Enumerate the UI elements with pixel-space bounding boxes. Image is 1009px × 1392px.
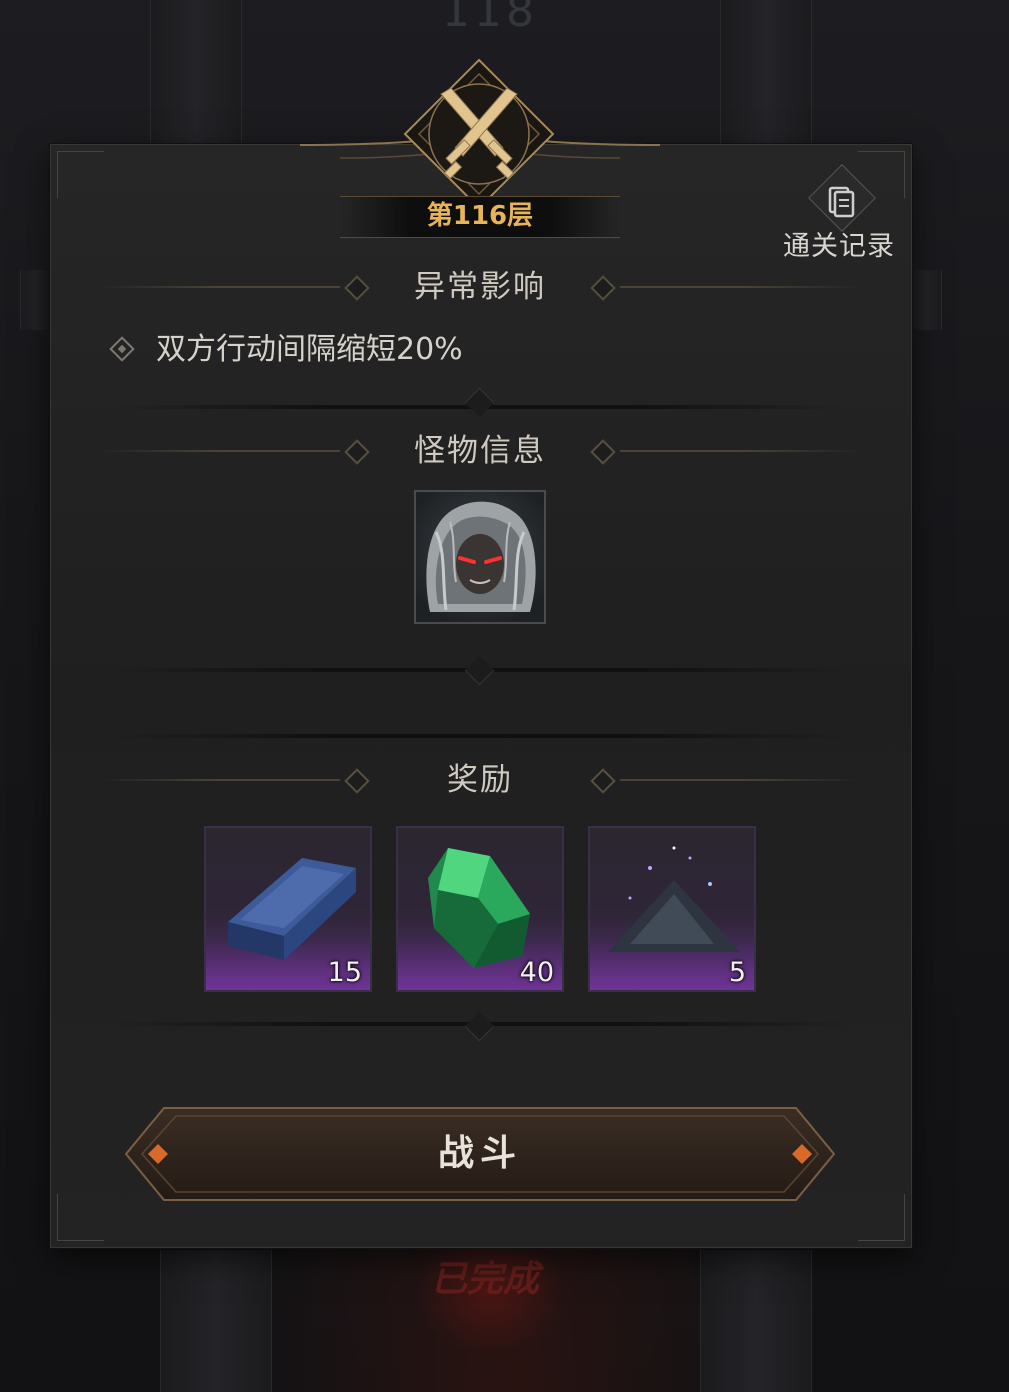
divider-line (620, 286, 860, 288)
floor-above-number: 118 (442, 0, 538, 37)
fight-button[interactable]: 战斗 (124, 1106, 836, 1202)
reward-count: 15 (327, 957, 362, 988)
crossed-swords-icon (403, 58, 555, 210)
clear-records-button[interactable]: 通关记录 (774, 160, 904, 270)
divider-line (620, 779, 860, 781)
abnormal-effect-text: 双方行动间隔缩短20% (156, 332, 463, 367)
reward-item-1[interactable]: 15 (204, 826, 372, 992)
scroll-document-icon (828, 186, 855, 218)
monster-portrait-icon (416, 492, 544, 622)
reward-item-2[interactable]: 40 (396, 826, 564, 992)
monster-info-header: 怪物信息 (100, 426, 860, 476)
panel-corner-ornament (57, 151, 104, 198)
rewards-header: 奖励 (100, 755, 860, 805)
abnormal-effects-header: 异常影响 (100, 262, 860, 312)
reward-count: 5 (728, 957, 746, 988)
panel-corner-ornament (57, 1194, 104, 1241)
floor-title: 第116层 (426, 201, 534, 231)
reward-count: 40 (519, 957, 554, 988)
floor-completed-label: 已完成 (430, 1259, 539, 1300)
clear-records-label: 通关记录 (783, 231, 895, 262)
section-divider-band (110, 734, 850, 738)
monster-card[interactable] (414, 490, 546, 624)
fight-button-label: 战斗 (437, 1133, 522, 1174)
panel-corner-ornament (858, 1194, 905, 1241)
divider-line (620, 450, 860, 452)
reward-item-3[interactable]: 5 (588, 826, 756, 992)
